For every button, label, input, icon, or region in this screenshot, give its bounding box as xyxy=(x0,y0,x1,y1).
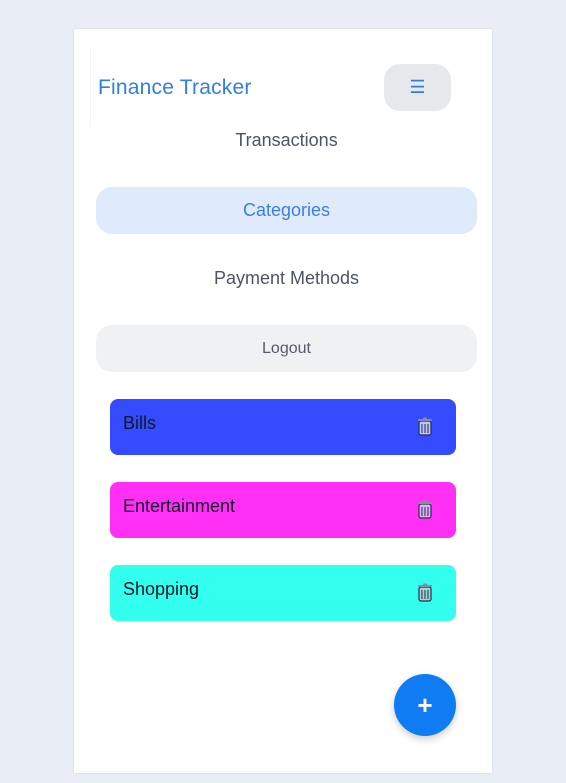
trash-icon[interactable] xyxy=(416,583,434,603)
app-screen: Finance Tracker ☰ Transactions Categorie… xyxy=(74,29,492,773)
trash-icon[interactable] xyxy=(416,500,434,520)
nav-transactions[interactable]: Transactions xyxy=(96,117,477,164)
trash-icon[interactable] xyxy=(416,417,434,437)
category-card-shopping[interactable]: Shopping xyxy=(110,565,456,621)
logout-button[interactable]: Logout xyxy=(96,325,477,372)
category-card-entertainment[interactable]: Entertainment xyxy=(110,482,456,538)
menu-button[interactable]: ☰ xyxy=(384,64,451,111)
nav-payment-methods[interactable]: Payment Methods xyxy=(96,255,477,302)
category-card-bills[interactable]: Bills xyxy=(110,399,456,455)
nav-categories[interactable]: Categories xyxy=(96,187,477,234)
category-name: Shopping xyxy=(123,579,200,599)
category-name: Bills xyxy=(123,413,157,433)
app-title: Finance Tracker xyxy=(98,76,252,99)
category-name: Entertainment xyxy=(123,496,236,516)
add-category-button[interactable]: + xyxy=(394,674,456,736)
hamburger-menu-icon: ☰ xyxy=(409,77,426,97)
